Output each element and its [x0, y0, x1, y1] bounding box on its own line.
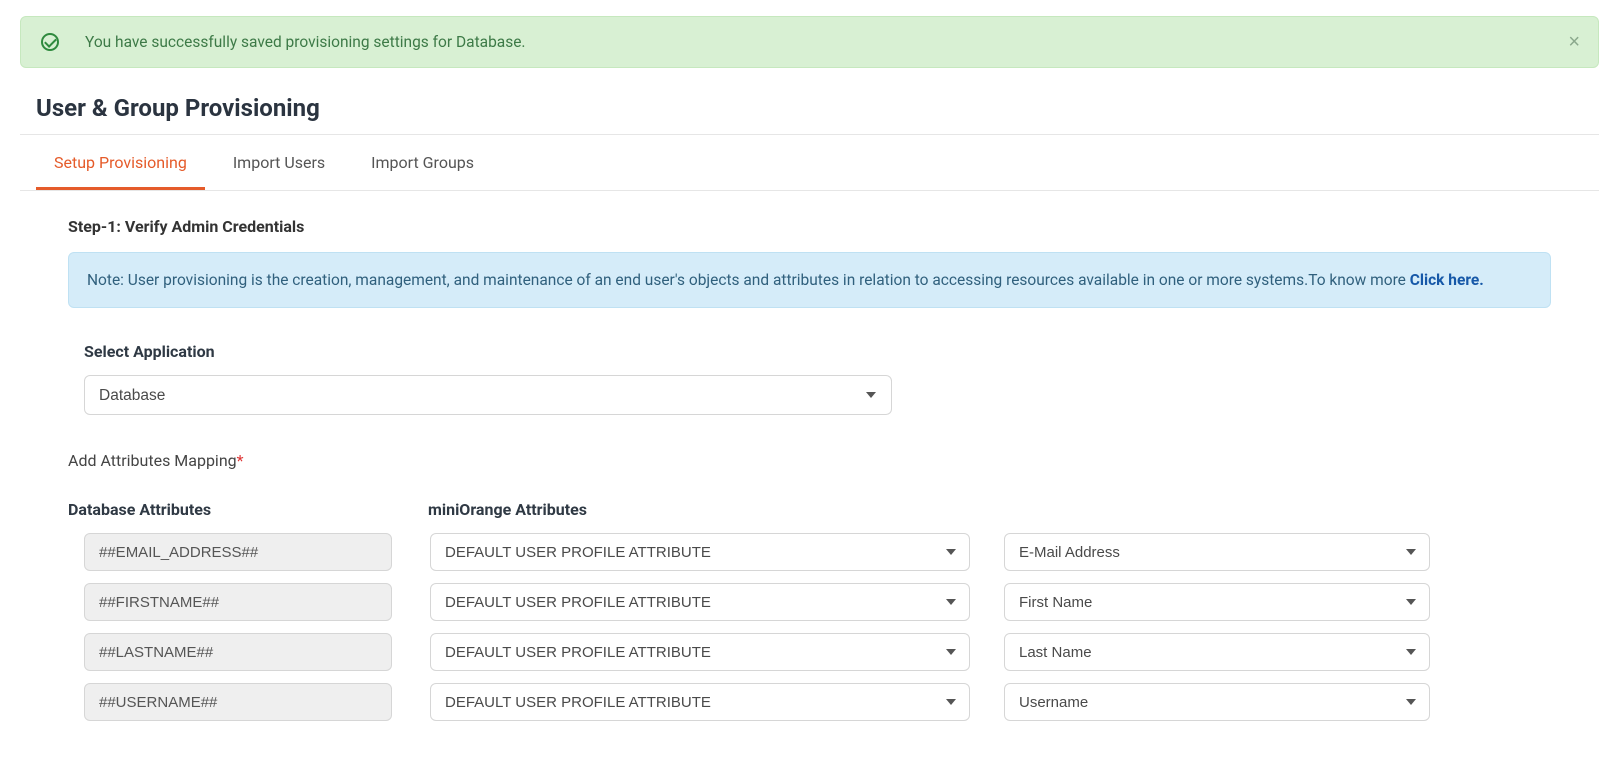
tab-setup-provisioning[interactable]: Setup Provisioning — [36, 135, 205, 190]
mo-type-select[interactable]: DEFAULT USER PROFILE ATTRIBUTE — [430, 683, 970, 721]
mo-field-select[interactable]: Username — [1004, 683, 1430, 721]
select-application-wrap: Database — [84, 375, 892, 415]
db-attribute-input[interactable] — [84, 633, 392, 671]
alert-message: You have successfully saved provisioning… — [85, 33, 526, 51]
main-content: Step-1: Verify Admin Credentials Note: U… — [20, 217, 1599, 721]
mo-field-select[interactable]: Last Name — [1004, 633, 1430, 671]
alert-success: You have successfully saved provisioning… — [20, 16, 1599, 68]
mo-type-select[interactable]: DEFAULT USER PROFILE ATTRIBUTE — [430, 533, 970, 571]
mapping-row: DEFAULT USER PROFILE ATTRIBUTE Last Name — [68, 633, 1551, 671]
col-header-db: Database Attributes — [68, 500, 408, 519]
tab-import-groups[interactable]: Import Groups — [353, 135, 492, 190]
mo-type-select-wrap: DEFAULT USER PROFILE ATTRIBUTE — [430, 683, 970, 721]
attrs-mapping-label: Add Attributes Mapping* — [68, 451, 1551, 470]
mapping-row: DEFAULT USER PROFILE ATTRIBUTE First Nam… — [68, 583, 1551, 621]
db-attribute-input[interactable] — [84, 533, 392, 571]
mo-field-select[interactable]: E-Mail Address — [1004, 533, 1430, 571]
info-note-link[interactable]: Click here. — [1410, 271, 1484, 289]
attrs-mapping-text: Add Attributes Mapping — [68, 451, 237, 470]
check-circle-icon — [41, 33, 59, 51]
mo-type-select[interactable]: DEFAULT USER PROFILE ATTRIBUTE — [430, 633, 970, 671]
step-label: Step-1: — [68, 217, 121, 236]
mapping-row: DEFAULT USER PROFILE ATTRIBUTE Username — [68, 683, 1551, 721]
mo-field-select-wrap: Last Name — [1004, 633, 1430, 671]
form-section: Select Application Database — [68, 342, 1551, 451]
select-application[interactable]: Database — [84, 375, 892, 415]
db-attribute-input[interactable] — [84, 683, 392, 721]
info-note: Note: User provisioning is the creation,… — [68, 252, 1551, 308]
mo-type-select[interactable]: DEFAULT USER PROFILE ATTRIBUTE — [430, 583, 970, 621]
mapping-row: DEFAULT USER PROFILE ATTRIBUTE E-Mail Ad… — [68, 533, 1551, 571]
step-heading: Step-1: Verify Admin Credentials — [68, 217, 1551, 236]
tabs: Setup Provisioning Import Users Import G… — [20, 135, 1599, 191]
mo-field-select-wrap: First Name — [1004, 583, 1430, 621]
close-icon[interactable]: × — [1568, 32, 1580, 52]
mo-type-select-wrap: DEFAULT USER PROFILE ATTRIBUTE — [430, 633, 970, 671]
info-note-text: Note: User provisioning is the creation,… — [87, 271, 1410, 289]
required-asterisk: * — [237, 451, 244, 470]
col-header-mo: miniOrange Attributes — [428, 500, 1551, 519]
columns-header: Database Attributes miniOrange Attribute… — [68, 500, 1551, 519]
tab-import-users[interactable]: Import Users — [215, 135, 343, 190]
step-text: Verify Admin Credentials — [125, 217, 305, 236]
mo-type-select-wrap: DEFAULT USER PROFILE ATTRIBUTE — [430, 583, 970, 621]
page-title: User & Group Provisioning — [36, 94, 1583, 122]
mo-field-select[interactable]: First Name — [1004, 583, 1430, 621]
mo-type-select-wrap: DEFAULT USER PROFILE ATTRIBUTE — [430, 533, 970, 571]
db-attribute-input[interactable] — [84, 583, 392, 621]
mo-field-select-wrap: Username — [1004, 683, 1430, 721]
select-application-label: Select Application — [84, 342, 1551, 361]
mo-field-select-wrap: E-Mail Address — [1004, 533, 1430, 571]
